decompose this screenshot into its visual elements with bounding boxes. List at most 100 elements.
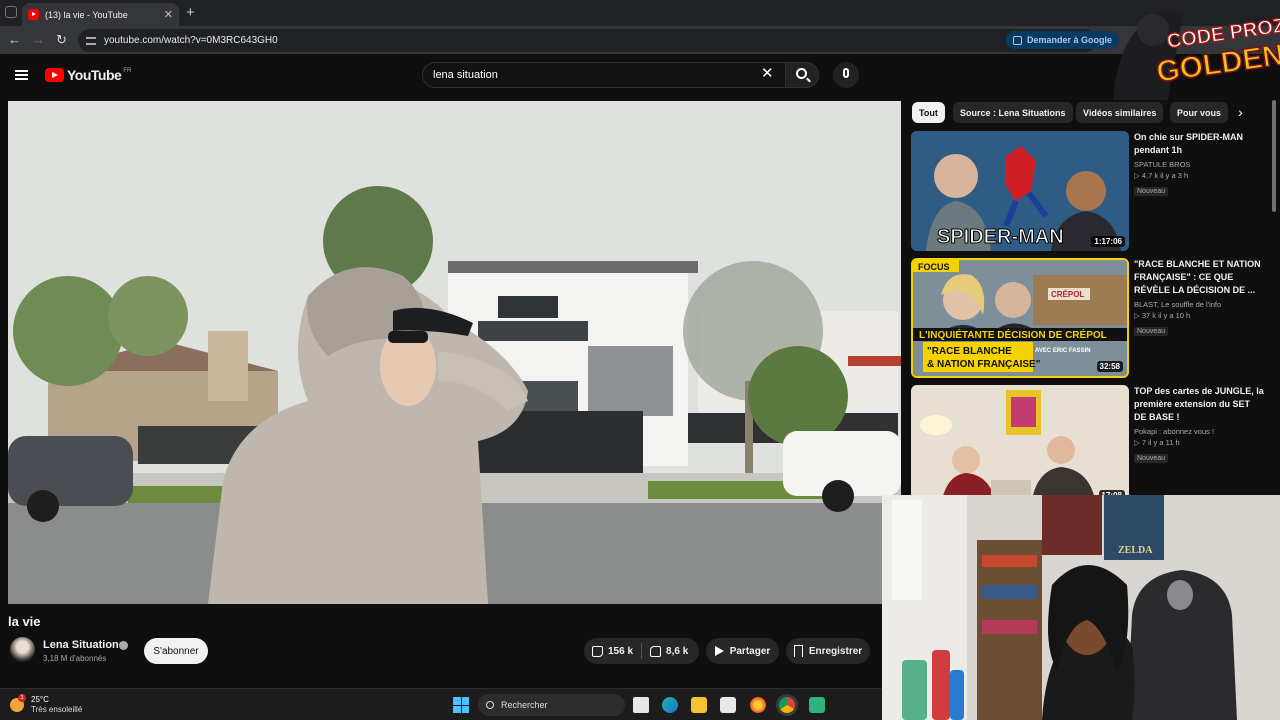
save-button[interactable]: Enregistrer: [786, 638, 870, 664]
file-explorer-icon[interactable]: [691, 697, 707, 713]
browser-tab-youtube[interactable]: (13) la vie - YouTube ✕: [22, 3, 179, 26]
url-text: youtube.com/watch?v=0M3RC643GH0: [104, 35, 278, 46]
thumbs-down-icon: [650, 645, 662, 657]
new-tab-plus-icon[interactable]: +: [186, 4, 195, 21]
related-meta: ▷ 37 k il y a 10 h: [1134, 311, 1191, 320]
thumbnail-sign-text: CRÉPOL: [1051, 290, 1084, 299]
video-player[interactable]: [8, 101, 901, 604]
browser-toolbar: ← → ↻ youtube.com/watch?v=0M3RC643GH0 De…: [0, 26, 1280, 54]
search-input[interactable]: lena situation: [422, 62, 785, 88]
related-video-3[interactable]: 17:08 TOP des cartes de JUNGLE, la premi…: [911, 385, 1271, 505]
weather-condition[interactable]: Très ensoleillé: [31, 705, 82, 714]
menu-hamburger-icon[interactable]: [15, 70, 28, 80]
task-view-icon[interactable]: [633, 697, 649, 713]
tab-close-icon[interactable]: ✕: [164, 8, 173, 21]
related-channel[interactable]: Pokapi : abonnez vous !: [1134, 427, 1264, 436]
like-count: 156 k: [608, 645, 634, 657]
subscribe-button[interactable]: S'abonner: [144, 638, 208, 664]
related-title[interactable]: On chie sur SPIDER-MAN pendant 1h: [1134, 131, 1264, 157]
related-meta: ▷ 7 il y a 11 h: [1134, 438, 1180, 447]
share-label: Partager: [729, 645, 771, 657]
browser-tabstrip: (13) la vie - YouTube ✕ +: [0, 0, 1280, 26]
windows-start-icon[interactable]: [453, 697, 469, 713]
search-button[interactable]: [785, 62, 819, 88]
tab-search-icon[interactable]: [5, 6, 17, 18]
voice-search-button[interactable]: [833, 62, 859, 88]
subscriber-count: 3,18 M d'abonnés: [43, 654, 107, 663]
thumbnail-quote-line2: & NATION FRANÇAISE": [927, 359, 1041, 370]
ask-google-button[interactable]: Demander à Google: [1006, 31, 1120, 49]
taskbar-search-label: Rechercher: [501, 700, 548, 710]
address-bar[interactable]: youtube.com/watch?v=0M3RC643GH0: [78, 29, 1097, 52]
chrome-icon[interactable]: [779, 697, 795, 713]
thumbs-up-icon: [592, 645, 603, 657]
youtube-wordmark: YouTube: [67, 67, 122, 83]
promo-code-graphic: CODE PROZIS GOLDENG: [1113, 11, 1280, 100]
edge-browser-icon[interactable]: [662, 697, 678, 713]
zelda-poster-text: ZELDA: [1118, 545, 1153, 556]
channel-avatar[interactable]: [10, 637, 35, 662]
chip-source[interactable]: Source : Lena Situations: [953, 102, 1073, 123]
webcam-feed: ZELDA: [882, 495, 1280, 720]
related-title[interactable]: TOP des cartes de JUNGLE, la première ex…: [1134, 385, 1264, 424]
thumbnail-image: CRÉPOL FOCUS L'INQUIÉTANTE DÉCISION DE C…: [913, 260, 1127, 376]
ask-google-label: Demander à Google: [1027, 35, 1113, 45]
duration-badge: 1:17:06: [1091, 236, 1125, 247]
related-thumbnail-1[interactable]: SPIDER-MAN 1:17:06: [911, 131, 1129, 251]
like-dislike-group: 156 k 8,6 k: [584, 638, 699, 664]
lens-icon: [1013, 35, 1022, 45]
chat-app-icon[interactable]: [809, 697, 825, 713]
thumbnail-headline-text: L'INQUIÉTANTE DÉCISION DE CRÉPOL: [919, 328, 1107, 341]
related-title[interactable]: "RACE BLANCHE ET NATION FRANÇAISE" : CE …: [1134, 258, 1264, 297]
thumbnail-tag-text: FOCUS: [918, 262, 950, 272]
youtube-logo[interactable]: YouTube FR: [45, 67, 131, 83]
youtube-play-icon: [45, 68, 64, 82]
new-badge: Nouveau: [1134, 187, 1169, 196]
related-channel[interactable]: SPATULE BROS: [1134, 160, 1264, 169]
youtube-favicon-icon: [28, 9, 39, 20]
reload-icon[interactable]: ↻: [56, 32, 67, 48]
chevron-right-icon[interactable]: ›: [1238, 104, 1243, 120]
youtube-masthead: YouTube FR lena situation ✕: [0, 54, 1280, 98]
chip-for-you[interactable]: Pour vous: [1170, 102, 1229, 123]
dislike-count: 8,6 k: [666, 645, 689, 657]
related-channel[interactable]: BLAST, Le souffle de l'info: [1134, 300, 1264, 309]
microsoft-store-icon[interactable]: [720, 697, 736, 713]
taskbar-search-icon: [486, 701, 494, 709]
site-info-icon[interactable]: [86, 36, 96, 45]
back-arrow-icon[interactable]: ←: [8, 32, 21, 47]
thumbnail-image: [911, 385, 1129, 505]
share-button[interactable]: Partager: [706, 638, 779, 664]
new-badge: Nouveau: [1134, 454, 1169, 463]
clear-search-icon[interactable]: ✕: [761, 66, 774, 81]
forward-arrow-icon[interactable]: →: [32, 32, 45, 47]
related-thumbnail-3[interactable]: 17:08: [911, 385, 1129, 505]
windows-taskbar: 1 25°C Très ensoleillé Rechercher: [0, 688, 882, 720]
chip-similar[interactable]: Vidéos similaires: [1076, 102, 1164, 123]
chip-all[interactable]: Tout: [912, 102, 945, 123]
related-meta: ▷ 4,7 k il y a 3 h: [1134, 171, 1189, 180]
related-thumbnail-2[interactable]: CRÉPOL FOCUS L'INQUIÉTANTE DÉCISION DE C…: [911, 258, 1129, 378]
firefox-icon[interactable]: [750, 697, 766, 713]
related-video-1[interactable]: SPIDER-MAN 1:17:06 On chie sur SPIDER-MA…: [911, 131, 1271, 251]
channel-name[interactable]: Lena Situations: [43, 639, 125, 651]
temperature[interactable]: 25°C: [31, 695, 49, 704]
tab-title: (13) la vie - YouTube: [45, 9, 128, 20]
thumbnail-image: SPIDER-MAN: [911, 131, 1129, 251]
dislike-button[interactable]: 8,6 k: [642, 638, 696, 664]
thumbnail-title-text: SPIDER-MAN: [937, 226, 1064, 248]
like-button[interactable]: 156 k: [584, 638, 641, 664]
region-code: FR: [123, 68, 132, 74]
thumbnail-caption-text: AVEC ERIC FASSIN: [1035, 348, 1091, 354]
bookmark-icon: [793, 645, 803, 657]
taskbar-search[interactable]: Rechercher: [478, 694, 625, 716]
weather-notification-badge: 1: [18, 694, 26, 702]
related-video-2[interactable]: CRÉPOL FOCUS L'INQUIÉTANTE DÉCISION DE C…: [911, 258, 1271, 378]
stream-overlay-logo: CODE PROZIS GOLDENG: [1108, 0, 1280, 102]
sidebar-scrollbar[interactable]: [1272, 100, 1276, 212]
duration-badge: 32:58: [1096, 361, 1123, 372]
new-badge: Nouveau: [1134, 327, 1169, 336]
search-value: lena situation: [433, 69, 498, 81]
thumbnail-quote-line1: "RACE BLANCHE: [927, 346, 1012, 357]
verified-check-icon: [119, 641, 128, 650]
